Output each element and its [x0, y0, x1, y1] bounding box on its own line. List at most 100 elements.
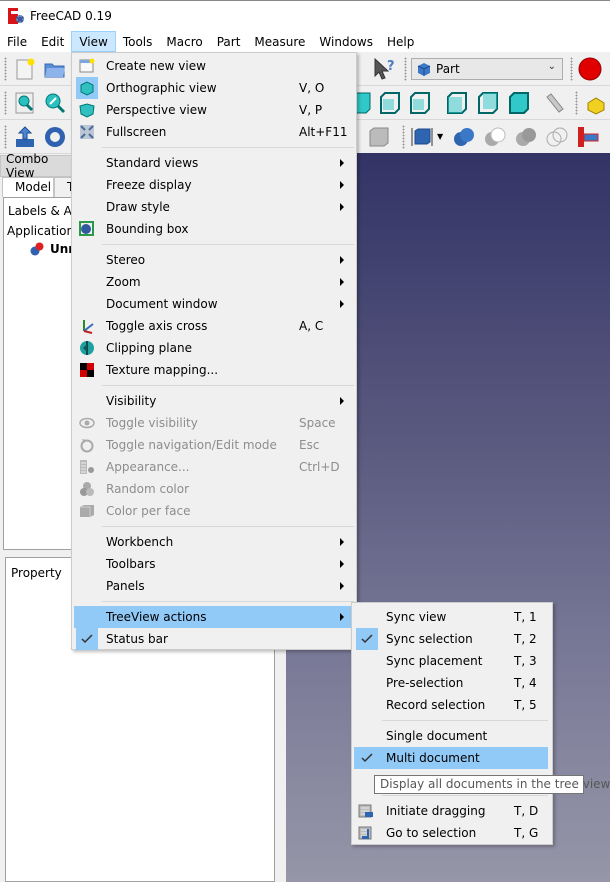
- menu-item-texture-mapping[interactable]: Texture mapping...: [74, 359, 354, 381]
- menu-item-workbench[interactable]: Workbench: [74, 531, 354, 553]
- menu-item-go-to-selection[interactable]: Go to selection T, G: [354, 822, 550, 844]
- submenu-arrow-icon: [340, 159, 344, 167]
- menu-item-zoom[interactable]: Zoom: [74, 271, 354, 293]
- menu-item-toolbars[interactable]: Toolbars: [74, 553, 354, 575]
- menu-item-stereo[interactable]: Stereo: [74, 249, 354, 271]
- menu-separator: [102, 244, 354, 245]
- axis-cross-icon: [83, 320, 94, 334]
- menu-item-document-window[interactable]: Document window: [74, 293, 354, 315]
- refresh-icon[interactable]: [43, 125, 67, 149]
- menu-separator: [102, 601, 354, 602]
- menu-item-color-per-face: Color per face: [74, 500, 354, 522]
- menu-tools[interactable]: Tools: [116, 31, 160, 52]
- document-icon: [30, 242, 44, 256]
- tree-item-application[interactable]: Application: [7, 224, 74, 238]
- menu-item-create-new-view[interactable]: Create new view: [74, 55, 354, 77]
- import-export-icon[interactable]: [13, 125, 37, 149]
- menu-measure[interactable]: Measure: [247, 31, 312, 52]
- boolean-union-icon[interactable]: [452, 125, 476, 149]
- measure-ruler-icon[interactable]: [543, 91, 567, 115]
- toolbar-grip[interactable]: [575, 91, 578, 115]
- menu-item-visibility[interactable]: Visibility: [74, 390, 354, 412]
- new-document-icon[interactable]: [13, 57, 37, 81]
- menu-item-record-selection[interactable]: Record selection T, 5: [354, 694, 550, 716]
- view-isometric-icon[interactable]: [507, 91, 531, 115]
- toolbar-grip[interactable]: [4, 91, 7, 115]
- menu-separator: [102, 526, 354, 527]
- menu-item-clipping-plane[interactable]: Clipping plane: [74, 337, 354, 359]
- selection-view-icon[interactable]: [410, 125, 434, 149]
- menu-item-pre-selection[interactable]: Pre-selection T, 4: [354, 672, 550, 694]
- open-folder-icon[interactable]: [43, 57, 67, 81]
- menu-item-bounding-box[interactable]: Bounding box: [74, 218, 354, 240]
- freecad-logo-icon: [8, 8, 24, 24]
- menu-item-status-bar[interactable]: Status bar: [74, 628, 354, 650]
- view-top-icon[interactable]: [378, 91, 402, 115]
- toolbar-grip[interactable]: [4, 57, 7, 81]
- boolean-fragment-icon[interactable]: [545, 125, 569, 149]
- toolbar-grip[interactable]: [402, 125, 405, 149]
- menu-item-draw-style[interactable]: Draw style: [74, 196, 354, 218]
- menu-windows[interactable]: Windows: [312, 31, 380, 52]
- menu-item-treeview-actions[interactable]: TreeView actions: [74, 606, 354, 628]
- menu-item-multi-document[interactable]: Multi document: [354, 747, 548, 769]
- dropdown-arrow-icon[interactable]: ▼: [437, 132, 443, 141]
- view-left-icon[interactable]: [445, 91, 469, 115]
- submenu-arrow-icon: [340, 538, 344, 546]
- menu-item-standard-views[interactable]: Standard views: [74, 152, 354, 174]
- new-view-icon: [79, 58, 95, 73]
- menu-item-random-color: Random color: [74, 478, 354, 500]
- tab-model[interactable]: Model: [2, 177, 54, 197]
- toolbar-grip[interactable]: [570, 57, 573, 81]
- submenu-arrow-icon: [340, 397, 344, 405]
- view-bottom-icon[interactable]: [408, 91, 432, 115]
- menu-item-sync-selection[interactable]: Sync selection T, 2: [354, 628, 550, 650]
- menu-item-orthographic-view[interactable]: Orthographic view V, O: [74, 77, 354, 99]
- menu-item-sync-placement[interactable]: Sync placement T, 3: [354, 650, 550, 672]
- window-title: FreeCAD 0.19: [30, 9, 112, 23]
- submenu-arrow-icon: [340, 203, 344, 211]
- submenu-arrow-icon: [340, 181, 344, 189]
- menu-item-fullscreen[interactable]: Fullscreen Alt+F11: [74, 121, 354, 143]
- color-per-face-icon: [80, 505, 94, 517]
- combo-view-tabs: Model T: [0, 177, 80, 197]
- box-gray-icon[interactable]: [367, 125, 391, 149]
- submenu-arrow-icon: [340, 582, 344, 590]
- tree-item-document[interactable]: Unn: [30, 242, 77, 256]
- menu-item-initiate-dragging[interactable]: Initiate dragging T, D: [354, 800, 550, 822]
- fit-selection-icon[interactable]: [43, 91, 67, 115]
- toolbar-grip[interactable]: [4, 125, 7, 149]
- menu-view[interactable]: View: [71, 31, 116, 52]
- menu-item-appearance: Appearance... Ctrl+D: [74, 456, 354, 478]
- tooltip: Display all documents in the tree view: [374, 775, 610, 794]
- checkmark-icon: [76, 628, 98, 650]
- menu-item-single-document[interactable]: Single document: [354, 725, 550, 747]
- checkmark-icon: [356, 747, 378, 769]
- menu-item-freeze-display[interactable]: Freeze display: [74, 174, 354, 196]
- view-right-icon[interactable]: [476, 91, 500, 115]
- view-menu: Create new view Orthographic view V, O P…: [71, 52, 357, 650]
- workbench-selector[interactable]: Part ⌄: [411, 58, 563, 80]
- menu-part[interactable]: Part: [210, 31, 248, 52]
- menu-help[interactable]: Help: [380, 31, 421, 52]
- go-to-selection-icon: [358, 826, 372, 840]
- boolean-common-icon[interactable]: [514, 125, 538, 149]
- record-macro-icon[interactable]: [578, 57, 602, 81]
- navigation-mode-icon: [80, 439, 94, 453]
- whats-this-icon[interactable]: ?: [372, 57, 396, 81]
- menu-item-panels[interactable]: Panels: [74, 575, 354, 597]
- menu-separator: [102, 147, 354, 148]
- menu-edit[interactable]: Edit: [34, 31, 71, 52]
- menu-macro[interactable]: Macro: [159, 31, 209, 52]
- menu-file[interactable]: File: [0, 31, 34, 52]
- menu-item-toggle-axis-cross[interactable]: Toggle axis cross A, C: [74, 315, 354, 337]
- appearance-icon: [80, 460, 94, 474]
- connect-shapes-icon[interactable]: [576, 125, 600, 149]
- toolbar-grip[interactable]: [404, 57, 407, 81]
- menu-item-perspective-view[interactable]: Perspective view V, P: [74, 99, 354, 121]
- perspective-cube-icon: [79, 103, 95, 118]
- part-primitives-icon[interactable]: [586, 91, 610, 115]
- menu-item-sync-view[interactable]: Sync view T, 1: [354, 606, 550, 628]
- boolean-cut-icon[interactable]: [483, 125, 507, 149]
- fit-all-icon[interactable]: [13, 91, 37, 115]
